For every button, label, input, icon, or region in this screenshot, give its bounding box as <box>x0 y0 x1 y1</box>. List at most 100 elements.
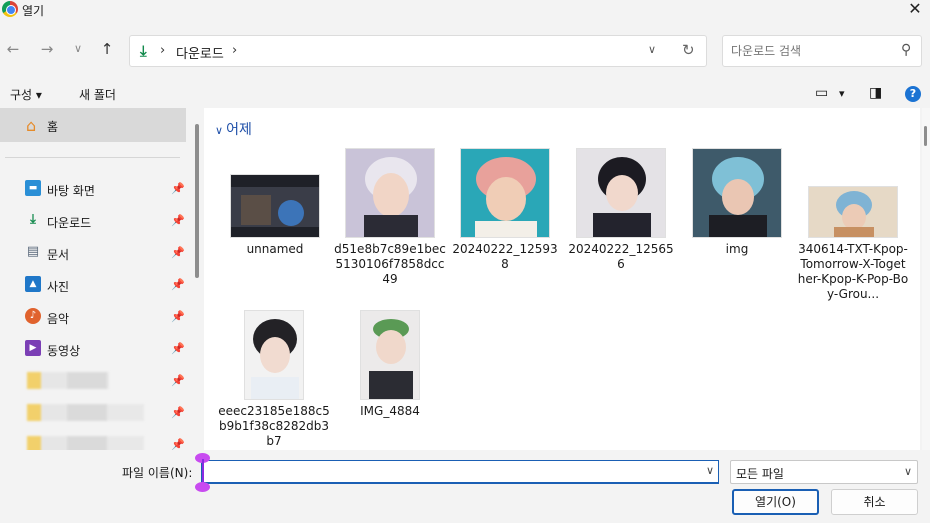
pin-icon[interactable]: 📌 <box>171 406 185 419</box>
recent-locations-button[interactable]: ∨ <box>68 39 88 59</box>
address-bar[interactable]: ⤓ › 다운로드 › ∨ ↻ <box>129 35 707 67</box>
music-icon: ♪ <box>25 308 41 324</box>
sidebar-item-documents[interactable]: ▤ 문서 📌 <box>0 238 186 268</box>
file-item[interactable]: d51e8b7c89e1bec5130106f7858dcc49 <box>334 148 446 287</box>
file-item[interactable]: eeec23185e188c5b9b1f38c8282db3b7 <box>218 310 330 449</box>
sidebar-scrollbar[interactable] <box>195 124 199 278</box>
home-icon: ⌂ <box>26 116 37 135</box>
search-box[interactable]: ⚲ <box>722 35 922 67</box>
file-thumbnail <box>230 174 320 238</box>
redacted-sidebar-item[interactable] <box>27 404 144 421</box>
file-thumbnail <box>692 148 782 238</box>
pin-icon[interactable]: 📌 <box>171 342 185 355</box>
sidebar-item-label: 바탕 화면 <box>47 184 95 198</box>
up-button[interactable]: ↑ <box>97 39 117 59</box>
sidebar-item-label: 음악 <box>47 312 70 326</box>
selection-handle-bottom[interactable] <box>195 482 210 492</box>
sidebar-item-downloads[interactable]: ⤓ 다운로드 📌 <box>0 206 186 236</box>
file-thumbnail <box>460 148 550 238</box>
sidebar-item-pictures[interactable]: ▲ 사진 📌 <box>0 270 186 300</box>
organize-button[interactable]: 구성 ▾ <box>10 86 42 103</box>
file-item[interactable]: IMG_4884 <box>334 310 446 419</box>
file-list-scrollbar[interactable] <box>922 108 930 450</box>
file-item[interactable]: 340614-TXT-Kpop-Tomorrow-X-Together-Kpop… <box>797 186 909 302</box>
file-item[interactable]: 20240222_125656 <box>565 148 677 272</box>
filetype-value: 모든 파일 <box>736 467 784 481</box>
back-button[interactable]: ← <box>3 39 23 59</box>
sidebar-item-label: 다운로드 <box>47 216 92 230</box>
search-icon[interactable]: ⚲ <box>901 42 911 58</box>
close-button[interactable]: ✕ <box>900 0 930 20</box>
filetype-select[interactable]: 모든 파일 ∨ <box>730 460 918 484</box>
breadcrumb-downloads[interactable]: 다운로드 <box>176 43 224 62</box>
file-name: 340614-TXT-Kpop-Tomorrow-X-Together-Kpop… <box>797 242 909 301</box>
filename-input[interactable] <box>205 463 695 481</box>
view-icon[interactable]: ▭ <box>815 85 828 101</box>
cancel-button[interactable]: 취소 <box>831 489 918 515</box>
sidebar-divider <box>5 157 180 158</box>
file-item[interactable]: img <box>681 148 793 257</box>
file-item[interactable]: 20240222_125938 <box>449 148 561 272</box>
sidebar-item-label: 홈 <box>47 120 59 134</box>
pin-icon[interactable]: 📌 <box>171 438 185 450</box>
pin-icon[interactable]: 📌 <box>171 246 185 259</box>
forward-button[interactable]: → <box>37 39 57 59</box>
file-name: img <box>725 242 749 256</box>
file-thumbnail <box>808 186 898 238</box>
filename-combobox[interactable]: ∨ <box>201 460 719 484</box>
download-icon: ⤓ <box>30 212 36 227</box>
file-item[interactable]: unnamed <box>219 174 331 257</box>
navigation-bar: ← → ∨ ↑ ⤓ › 다운로드 › ∨ ↻ ⚲ <box>0 30 930 70</box>
refresh-icon[interactable]: ↻ <box>682 41 695 59</box>
file-thumbnail <box>244 310 304 400</box>
file-name: IMG_4884 <box>360 404 420 418</box>
filename-label: 파일 이름(N): <box>122 466 193 480</box>
chevron-down-icon[interactable]: ∨ <box>706 464 714 477</box>
pin-icon[interactable]: 📌 <box>171 182 185 195</box>
file-thumbnail <box>345 148 435 238</box>
preview-pane-icon[interactable]: ◨ <box>869 85 882 101</box>
document-icon: ▤ <box>26 244 40 259</box>
sidebar-item-videos[interactable]: ▶ 동영상 📌 <box>0 334 186 364</box>
scrollbar-thumb[interactable] <box>924 126 927 146</box>
search-input[interactable] <box>731 42 891 60</box>
pin-icon[interactable]: 📌 <box>171 310 185 323</box>
videos-icon: ▶ <box>25 340 41 356</box>
pin-icon[interactable]: 📌 <box>171 278 185 291</box>
chevron-down-icon: ∨ <box>215 124 224 137</box>
redacted-sidebar-item[interactable] <box>27 436 144 450</box>
view-dropdown-icon[interactable]: ▾ <box>839 87 845 100</box>
sidebar-item-label: 문서 <box>47 248 70 262</box>
breadcrumb-separator-trailing[interactable]: › <box>232 43 237 58</box>
breadcrumb-separator[interactable]: › <box>160 43 165 58</box>
file-list: ∨ 어제 unnamed d51e8b7c89e1bec5130106f7858d… <box>204 108 920 450</box>
help-icon[interactable]: ? <box>905 86 921 102</box>
command-bar: 구성 ▾ 새 폴더 ▭ ▾ ◨ ? <box>0 80 930 108</box>
window-title: 열기 <box>22 4 45 18</box>
chrome-icon <box>2 1 18 17</box>
download-folder-icon: ⤓ <box>140 42 147 60</box>
sidebar-item-home[interactable]: ⌂ 홈 <box>0 108 186 142</box>
address-dropdown-icon[interactable]: ∨ <box>648 43 656 56</box>
title-bar: 열기 ✕ <box>0 0 930 20</box>
file-thumbnail <box>360 310 420 400</box>
sidebar-item-desktop[interactable]: ▬ 바탕 화면 📌 <box>0 174 186 204</box>
desktop-icon: ▬ <box>25 180 41 196</box>
pin-icon[interactable]: 📌 <box>171 214 185 227</box>
new-folder-button[interactable]: 새 폴더 <box>79 86 116 103</box>
redacted-sidebar-item[interactable] <box>27 372 109 389</box>
file-name: eeec23185e188c5b9b1f38c8282db3b7 <box>218 404 330 448</box>
pictures-icon: ▲ <box>25 276 41 292</box>
group-label: 어제 <box>226 122 252 138</box>
file-name: d51e8b7c89e1bec5130106f7858dcc49 <box>334 242 446 286</box>
file-name: unnamed <box>246 242 304 256</box>
chevron-down-icon: ∨ <box>903 465 912 478</box>
open-button[interactable]: 열기(O) <box>732 489 819 515</box>
sidebar-item-music[interactable]: ♪ 음악 📌 <box>0 302 186 332</box>
sidebar-item-label: 사진 <box>47 280 70 294</box>
file-name: 20240222_125656 <box>568 242 674 271</box>
pin-icon[interactable]: 📌 <box>171 374 185 387</box>
sidebar-item-label: 동영상 <box>47 344 81 358</box>
group-header[interactable]: ∨ 어제 <box>215 119 252 139</box>
dialog-footer: 파일 이름(N): ∨ 모든 파일 ∨ 열기(O) 취소 <box>0 450 930 523</box>
